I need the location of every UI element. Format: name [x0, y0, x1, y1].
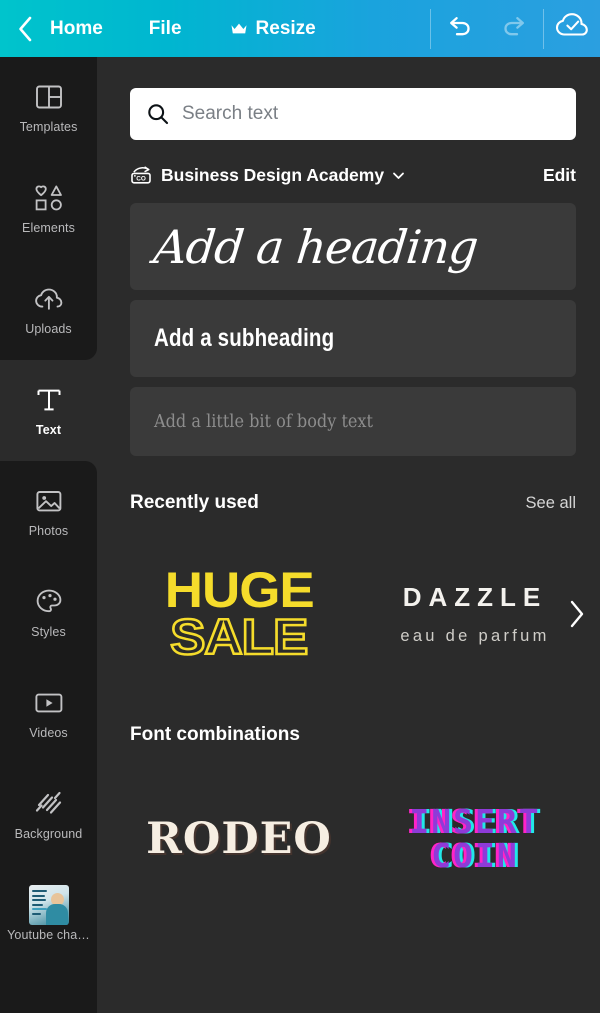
huge-sale-line1: HUGE [164, 561, 315, 618]
font-combo-item-rodeo[interactable]: RODEO [130, 766, 348, 911]
sidebar-item-label: Text [35, 423, 62, 437]
tab-notch-top [85, 348, 97, 360]
font-combo-item-insert-coin[interactable]: INSERT COIN [366, 766, 584, 911]
svg-text:CO: CO [136, 176, 146, 183]
rodeo-line1: RODEO [146, 813, 332, 864]
save-status-button[interactable] [544, 0, 600, 57]
insert-coin-line2: COIN [431, 835, 519, 875]
sidebar-item-styles[interactable]: Styles [0, 562, 97, 663]
text-style-cards: Add a heading Add a subheading Add a lit… [130, 203, 576, 456]
text-panel: CO Business Design Academy Edit Add a he… [97, 57, 600, 1013]
elements-icon [33, 182, 65, 214]
add-body-text-card[interactable]: Add a little bit of body text [130, 387, 576, 456]
dazzle-line2: eau de parfum [400, 627, 550, 645]
font-combinations-row: RODEO INSERT COIN [130, 766, 600, 911]
redo-button[interactable] [487, 0, 543, 57]
sidebar-item-text[interactable]: Text [0, 348, 97, 473]
brand-kit-name: Business Design Academy [161, 164, 385, 185]
resize-label: Resize [255, 17, 316, 39]
home-label: Home [50, 17, 103, 39]
undo-button[interactable] [431, 0, 487, 57]
recently-used-see-all-link[interactable]: See all [526, 494, 576, 513]
insert-coin-text: INSERT COIN [409, 805, 540, 872]
left-sidebar: Templates Elements Uploads Text Photos S… [0, 57, 97, 1013]
sidebar-item-uploads[interactable]: Uploads [0, 259, 97, 360]
videos-icon [33, 687, 65, 719]
sidebar-item-label: Elements [22, 221, 75, 235]
sidebar-item-youtube-channel[interactable]: Youtube cha… [0, 865, 97, 966]
add-subheading-label: Add a subheading [154, 324, 335, 352]
top-toolbar: Home File Resize [0, 0, 600, 57]
search-icon [146, 102, 170, 126]
sidebar-item-label: Videos [29, 726, 68, 740]
cloud-check-icon [554, 11, 590, 46]
sidebar-item-label: Uploads [25, 322, 72, 336]
sidebar-item-label: Youtube cha… [7, 928, 90, 942]
chevron-down-icon[interactable] [391, 168, 406, 183]
recently-used-header: Recently used See all [130, 492, 576, 522]
photos-icon [34, 485, 64, 517]
search-bar[interactable] [130, 88, 576, 140]
sidebar-item-elements[interactable]: Elements [0, 158, 97, 259]
font-combinations-title: Font combinations [130, 724, 300, 745]
recent-item-huge-sale[interactable]: HUGE SALE [130, 534, 348, 694]
sidebar-item-photos[interactable]: Photos [0, 461, 97, 562]
recent-item-dazzle[interactable]: DAZZLE eau de parfum [366, 534, 584, 694]
chevron-right-icon[interactable] [566, 597, 588, 631]
youtube-channel-thumbnail-icon [28, 885, 69, 925]
crown-icon [230, 22, 248, 36]
dazzle-line1: DAZZLE [402, 582, 548, 612]
sidebar-item-label: Templates [19, 120, 78, 134]
add-heading-label: Add a heading [151, 219, 481, 274]
sidebar-item-label: Photos [28, 524, 69, 538]
add-subheading-card[interactable]: Add a subheading [130, 300, 576, 377]
back-chevron-icon[interactable] [16, 15, 34, 43]
add-heading-card[interactable]: Add a heading [130, 203, 576, 290]
file-menu-button[interactable]: File [149, 18, 182, 40]
sidebar-item-videos[interactable]: Videos [0, 663, 97, 764]
sidebar-item-label: Background [14, 827, 83, 841]
brand-kit-icon: CO [130, 164, 152, 186]
redo-icon [501, 13, 529, 44]
sidebar-item-templates[interactable]: Templates [0, 57, 97, 158]
file-label: File [148, 17, 182, 39]
recently-used-row: HUGE SALE DAZZLE eau de parfum [130, 534, 600, 694]
sidebar-item-label: Styles [31, 625, 66, 639]
recently-used-title: Recently used [130, 492, 259, 513]
huge-sale-line2: SALE [169, 608, 310, 665]
sidebar-item-background[interactable]: Background [0, 764, 97, 865]
edit-brand-kit-button[interactable]: Edit [543, 165, 576, 186]
tab-notch-bottom [85, 461, 97, 473]
home-button[interactable]: Home [50, 18, 103, 40]
add-body-text-label: Add a little bit of body text [154, 411, 373, 432]
text-icon [35, 384, 63, 416]
uploads-icon [33, 283, 65, 315]
brand-kit-row: CO Business Design Academy Edit [130, 162, 576, 188]
font-combinations-header: Font combinations [130, 724, 576, 754]
background-icon [34, 788, 64, 820]
undo-icon [445, 13, 473, 44]
styles-icon [34, 586, 64, 618]
resize-button[interactable]: Resize [230, 18, 316, 40]
templates-icon [34, 81, 64, 113]
search-input[interactable] [182, 103, 560, 125]
